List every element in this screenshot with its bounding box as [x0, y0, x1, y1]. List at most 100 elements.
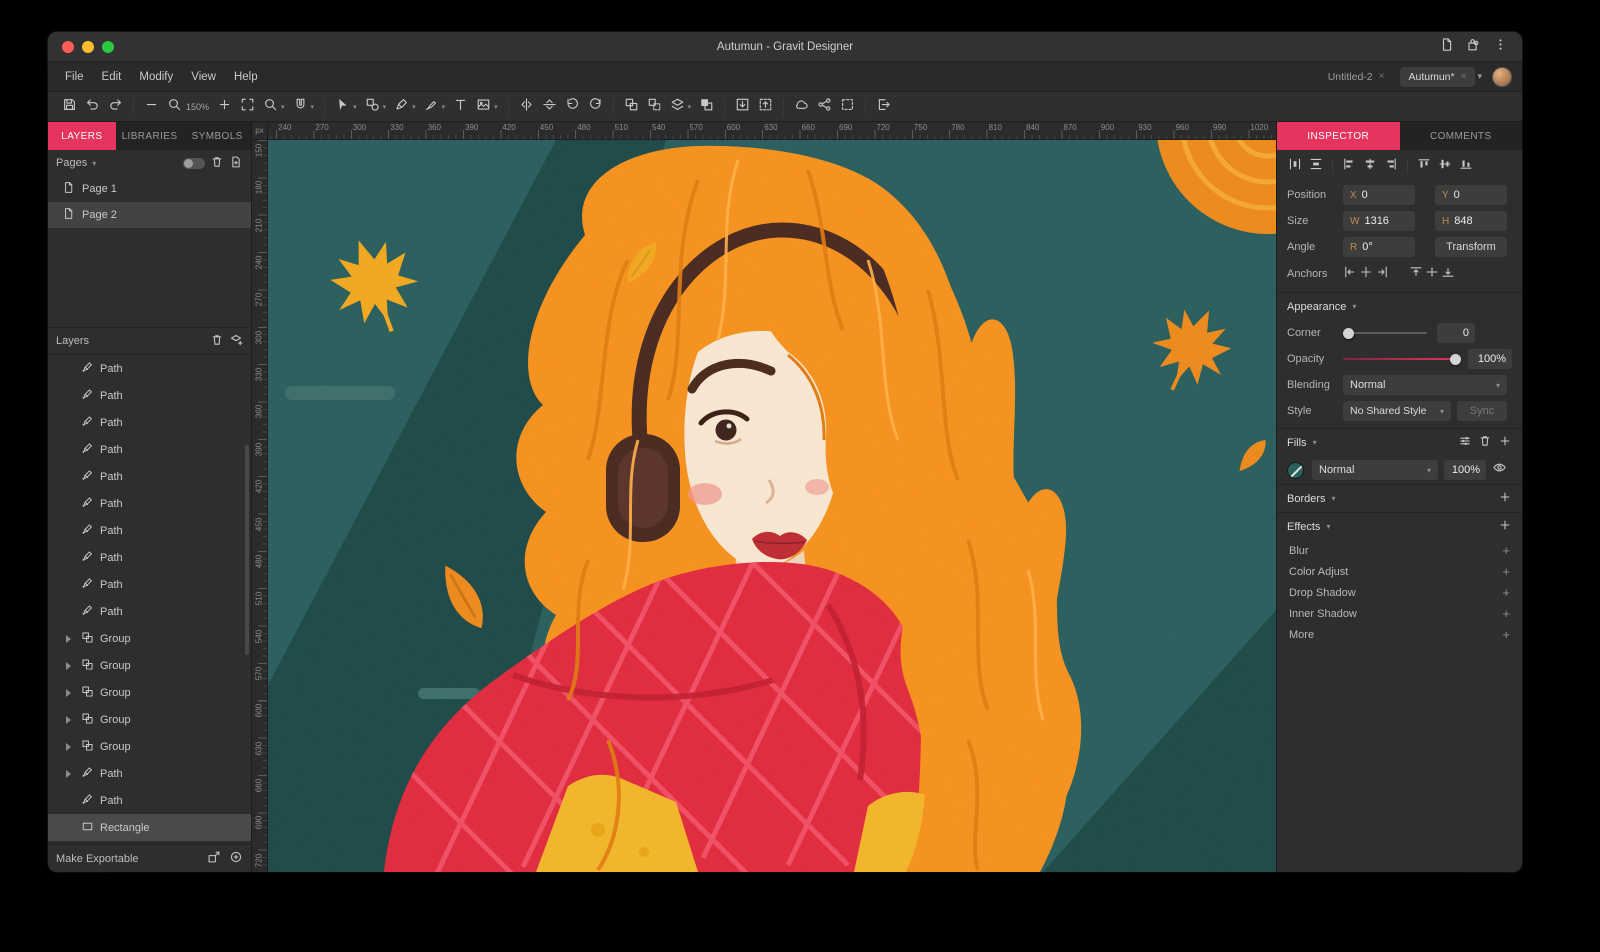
effect-row-more[interactable]: More+	[1277, 624, 1522, 645]
chevron-down-icon[interactable]: ▾	[311, 103, 315, 111]
chevron-down-icon[interactable]: ▾	[383, 103, 387, 111]
page-row[interactable]: Page 2	[48, 202, 251, 228]
opacity-slider[interactable]	[1343, 358, 1459, 360]
redo-button[interactable]	[104, 94, 127, 120]
save-button[interactable]	[58, 94, 81, 120]
transform-button[interactable]: Transform	[1435, 237, 1507, 257]
layer-row[interactable]: Path	[48, 436, 251, 463]
layer-row[interactable]: Group	[48, 625, 251, 652]
close-tab-icon[interactable]: ×	[1461, 71, 1467, 82]
ungroup-button[interactable]	[643, 94, 666, 120]
layer-row[interactable]: Path	[48, 787, 251, 814]
make-exportable-row[interactable]: Make Exportable	[48, 844, 251, 872]
layer-row[interactable]: Path	[48, 409, 251, 436]
export-icon[interactable]	[207, 850, 221, 867]
effects-header[interactable]: Effects ▾	[1277, 512, 1522, 540]
export-selection-button[interactable]	[754, 94, 777, 120]
chevron-down-icon[interactable]: ▾	[412, 103, 416, 111]
fill-visibility-icon[interactable]	[1492, 460, 1507, 480]
chevron-down-icon[interactable]: ▾	[1477, 71, 1482, 82]
menu-item-modify[interactable]: Modify	[130, 67, 182, 87]
tab-inspector[interactable]: INSPECTOR	[1277, 122, 1400, 150]
share-button[interactable]	[813, 94, 836, 120]
chevron-down-icon[interactable]: ▾	[281, 103, 285, 111]
anchor-left-button[interactable]	[1343, 265, 1357, 284]
tab-symbols[interactable]: SYMBOLS	[183, 122, 251, 150]
effect-row-blur[interactable]: Blur+	[1277, 540, 1522, 561]
layer-row[interactable]: Group	[48, 679, 251, 706]
align-left-button[interactable]	[1339, 154, 1359, 179]
align-center-horizontal-button[interactable]	[1360, 154, 1380, 179]
zoom-fit-button[interactable]	[236, 94, 259, 120]
group-button[interactable]	[620, 94, 643, 120]
anchor-top-button[interactable]	[1409, 265, 1423, 284]
menu-item-help[interactable]: Help	[225, 67, 267, 87]
snapping-tool[interactable]: ▾	[289, 94, 319, 120]
pen-tool[interactable]: ▾	[390, 94, 420, 120]
position-x-field[interactable]: X 0	[1343, 185, 1415, 205]
fill-opacity-value[interactable]: 100%	[1444, 460, 1486, 480]
add-effect-button[interactable]	[1498, 518, 1512, 535]
browser-menu-icon[interactable]	[1493, 37, 1508, 57]
document-icon[interactable]	[1439, 37, 1454, 57]
flip-vertical-button[interactable]	[538, 94, 561, 120]
layer-row[interactable]: Group	[48, 733, 251, 760]
distribute-vertical-button[interactable]	[1306, 154, 1326, 179]
anchor-right-button[interactable]	[1375, 265, 1389, 284]
menu-item-view[interactable]: View	[182, 67, 225, 87]
angle-field[interactable]: R 0°	[1343, 237, 1415, 257]
align-top-button[interactable]	[1414, 154, 1434, 179]
text-tool[interactable]	[449, 94, 472, 120]
fill-options-icon[interactable]	[1458, 434, 1472, 451]
zoom-out-button[interactable]	[140, 94, 163, 120]
anchor-center-h-button[interactable]	[1359, 265, 1373, 284]
chevron-down-icon[interactable]: ▾	[353, 103, 357, 111]
add-border-button[interactable]	[1498, 490, 1512, 507]
tab-libraries[interactable]: LIBRARIES	[116, 122, 184, 150]
expand-caret-icon[interactable]	[66, 635, 75, 643]
layer-row[interactable]: Rectangle	[48, 814, 251, 841]
add-fill-button[interactable]	[1498, 434, 1512, 451]
size-h-field[interactable]: H 848	[1435, 211, 1507, 231]
chevron-down-icon[interactable]: ▾	[494, 103, 498, 111]
boolean-ops-button[interactable]	[695, 94, 718, 120]
minimize-window-button[interactable]	[82, 41, 94, 53]
add-page-button[interactable]	[229, 155, 243, 172]
scrollbar[interactable]	[245, 445, 249, 655]
opacity-value[interactable]: 100%	[1468, 349, 1512, 369]
expand-caret-icon[interactable]	[66, 770, 75, 778]
appearance-header[interactable]: Appearance ▾	[1277, 292, 1522, 320]
anchor-bottom-button[interactable]	[1441, 265, 1455, 284]
place-image-button[interactable]	[731, 94, 754, 120]
position-y-field[interactable]: Y 0	[1435, 185, 1507, 205]
corner-slider[interactable]	[1343, 332, 1427, 334]
doc-tab-autumun[interactable]: Autumun*×	[1400, 67, 1476, 87]
page-row[interactable]: Page 1	[48, 176, 251, 202]
layer-row[interactable]: Path	[48, 355, 251, 382]
layer-row[interactable]: Group	[48, 706, 251, 733]
zoom-level-indicator[interactable]: 150%	[163, 94, 213, 120]
layer-row[interactable]: Path	[48, 490, 251, 517]
sync-style-button[interactable]: Sync	[1457, 401, 1507, 421]
layer-row[interactable]: Path	[48, 544, 251, 571]
tab-layers[interactable]: LAYERS	[48, 122, 116, 150]
effect-row-color-adjust[interactable]: Color Adjust+	[1277, 561, 1522, 582]
extensions-icon[interactable]	[1466, 37, 1481, 57]
pages-toggle[interactable]	[183, 158, 205, 169]
delete-fill-button[interactable]	[1478, 434, 1492, 451]
pointer-tool[interactable]: ▾	[331, 94, 361, 120]
effect-row-inner-shadow[interactable]: Inner Shadow+	[1277, 603, 1522, 624]
corner-value[interactable]: 0	[1437, 323, 1475, 343]
chevron-down-icon[interactable]: ▾	[688, 103, 692, 111]
borders-header[interactable]: Borders ▾	[1277, 484, 1522, 512]
fills-header[interactable]: Fills ▾	[1277, 428, 1522, 456]
exit-button[interactable]	[872, 94, 895, 120]
arrange-button[interactable]: ▾	[666, 94, 696, 120]
expand-caret-icon[interactable]	[66, 689, 75, 697]
layer-row[interactable]: Path	[48, 760, 251, 787]
chevron-down-icon[interactable]: ▾	[92, 159, 96, 168]
add-effect-icon[interactable]: +	[1502, 585, 1510, 600]
tab-comments[interactable]: COMMENTS	[1400, 122, 1523, 150]
delete-page-button[interactable]	[210, 155, 224, 172]
doc-tab-untitled-2[interactable]: Untitled-2×	[1319, 67, 1394, 87]
